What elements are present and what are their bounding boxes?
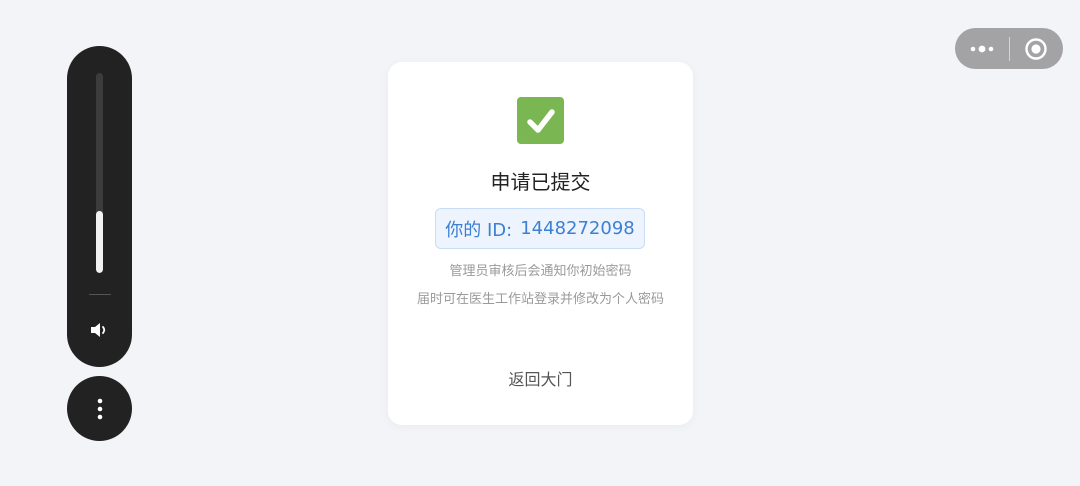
submission-card: 申请已提交 你的 ID: 1448272098 管理员审核后会通知你初始密码 届… bbox=[388, 62, 693, 425]
back-to-lobby-link[interactable]: 返回大门 bbox=[388, 366, 693, 390]
id-value: 1448272098 bbox=[520, 218, 635, 239]
notice-line-1: 管理员审核后会通知你初始密码 bbox=[449, 264, 632, 279]
speaker-icon[interactable] bbox=[88, 318, 112, 342]
divider bbox=[89, 294, 111, 295]
mini-program-capsule bbox=[955, 28, 1063, 69]
screen: 申请已提交 你的 ID: 1448272098 管理员审核后会通知你初始密码 届… bbox=[0, 0, 1080, 486]
more-vertical-icon[interactable] bbox=[67, 376, 132, 441]
volume-level bbox=[96, 211, 103, 273]
volume-slider[interactable] bbox=[96, 73, 103, 273]
id-label: 你的 ID: bbox=[445, 219, 513, 241]
more-horizontal-icon[interactable] bbox=[955, 28, 1009, 69]
user-id-badge: 你的 ID: 1448272098 bbox=[435, 208, 645, 249]
page-title: 申请已提交 bbox=[490, 170, 591, 194]
notice-line-2: 届时可在医生工作站登录并修改为个人密码 bbox=[416, 292, 664, 307]
check-icon bbox=[517, 97, 564, 144]
target-icon[interactable] bbox=[1009, 28, 1063, 69]
volume-panel bbox=[67, 46, 132, 367]
